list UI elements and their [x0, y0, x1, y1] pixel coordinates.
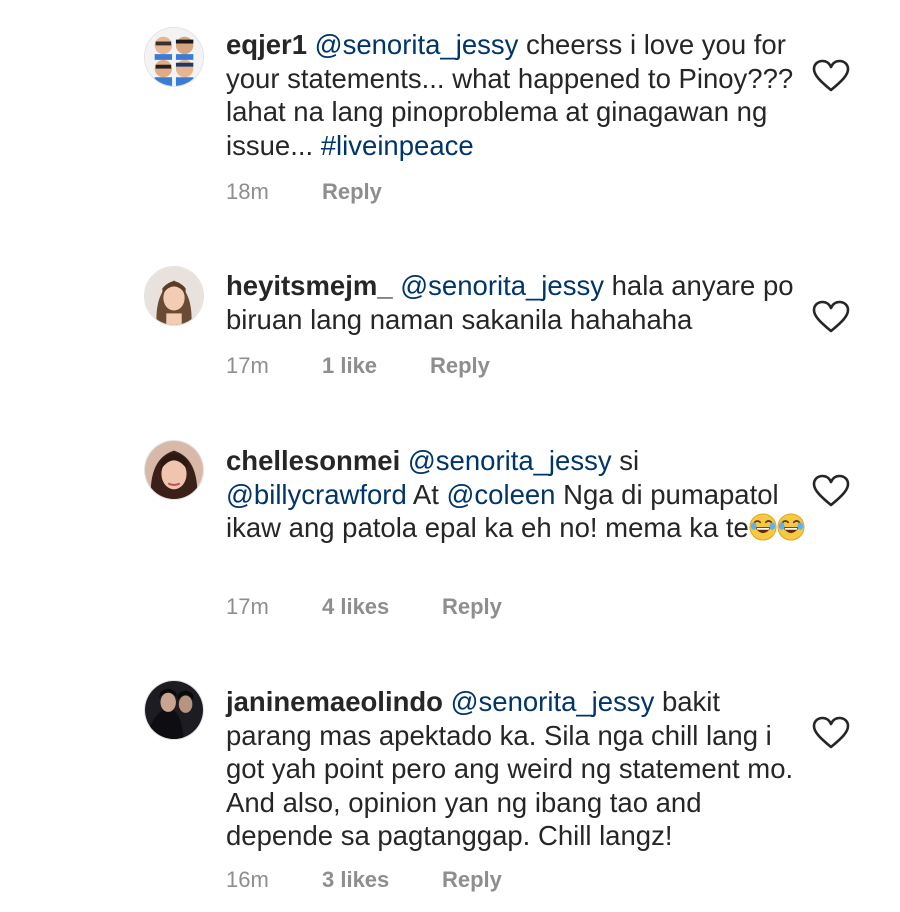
face-with-tears-of-joy-icon	[749, 513, 777, 541]
reply-button[interactable]: Reply	[442, 867, 502, 893]
mention-link[interactable]: @senorita_jessy	[451, 686, 655, 717]
comment-text: chellesonmei @senorita_jessy si @billycr…	[226, 444, 806, 545]
like-heart-icon[interactable]	[812, 300, 850, 334]
hashtag-link[interactable]: #liveinpeace	[321, 130, 474, 161]
comment-username[interactable]: heyitsmejm_	[226, 270, 393, 301]
like-heart-icon[interactable]	[812, 59, 850, 93]
reply-button[interactable]: Reply	[442, 594, 502, 620]
mention-link[interactable]: @senorita_jessy	[315, 29, 519, 60]
mention-link[interactable]: @billycrawford	[226, 479, 407, 510]
likes-count[interactable]: 3 likes	[322, 867, 442, 893]
mention-link[interactable]: @senorita_jessy	[408, 445, 612, 476]
face-with-tears-of-joy-icon	[777, 513, 805, 541]
comment-time: 17m	[226, 353, 269, 378]
comment-username[interactable]: janinemaeolindo	[226, 686, 443, 717]
likes-count[interactable]: 1 like	[322, 353, 430, 379]
mention-link[interactable]: @coleen	[447, 479, 556, 510]
avatar[interactable]	[144, 440, 204, 500]
comment-username[interactable]: chellesonmei	[226, 445, 400, 476]
likes-count[interactable]: 4 likes	[322, 594, 442, 620]
avatar[interactable]	[144, 266, 204, 326]
reply-button[interactable]: Reply	[322, 179, 382, 205]
avatar[interactable]	[144, 27, 204, 87]
mention-link[interactable]: @senorita_jessy	[400, 270, 604, 301]
comment-text: janinemaeolindo @senorita_jessy bakit pa…	[226, 685, 806, 853]
like-heart-icon[interactable]	[812, 716, 850, 750]
comment-time: 18m	[226, 179, 269, 204]
comment-meta: 17m 4 likes Reply	[226, 594, 502, 620]
comment-time: 16m	[226, 867, 269, 892]
comment-text: eqjer1 @senorita_jessy cheerss i love yo…	[226, 28, 806, 162]
like-heart-icon[interactable]	[812, 474, 850, 508]
avatar[interactable]	[144, 680, 204, 740]
comment-time: 17m	[226, 594, 269, 619]
comment-username[interactable]: eqjer1	[226, 29, 307, 60]
comment-text: heyitsmejm_ @senorita_jessy hala anyare …	[226, 269, 806, 336]
reply-button[interactable]: Reply	[430, 353, 490, 379]
comment-meta: 16m 3 likes Reply	[226, 867, 502, 893]
comment-meta: 17m 1 like Reply	[226, 353, 490, 379]
comment-body: si	[611, 445, 640, 476]
comment-meta: 18m Reply	[226, 179, 382, 205]
comment-body: At	[406, 478, 447, 510]
